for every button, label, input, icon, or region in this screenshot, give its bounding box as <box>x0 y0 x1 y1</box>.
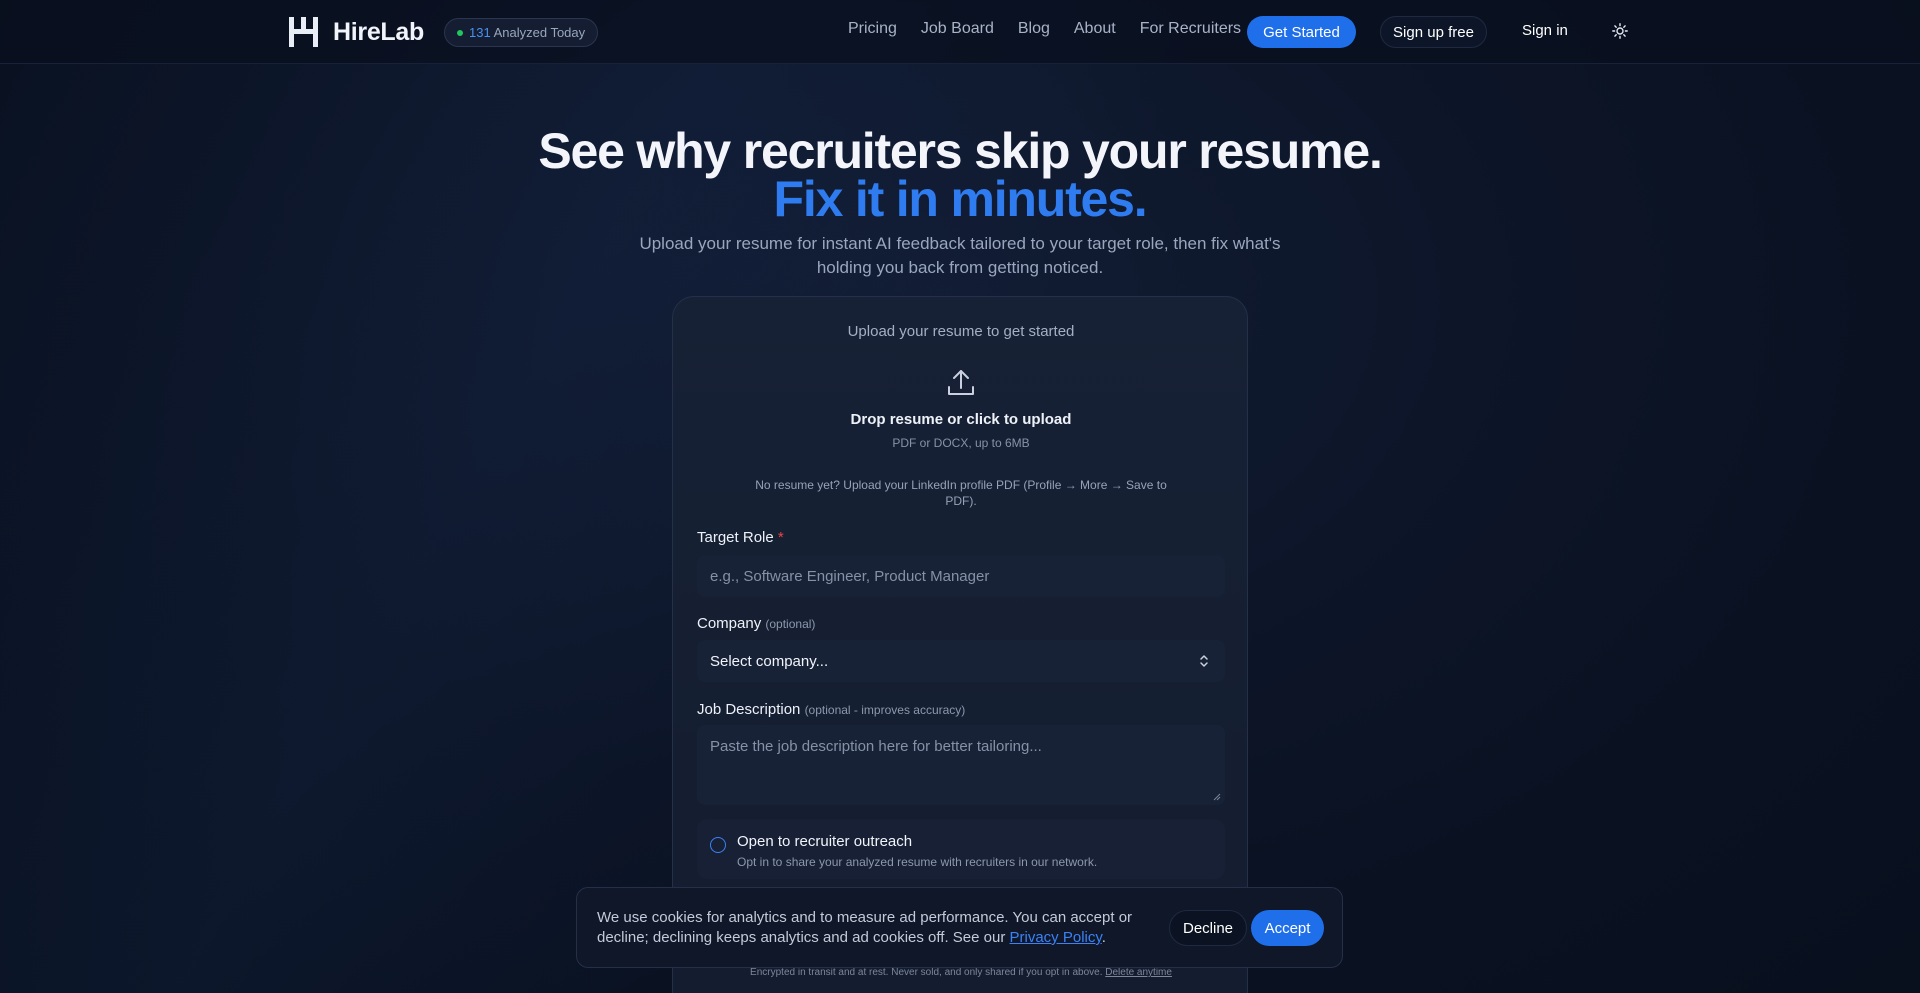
job-description-optional-note: (optional - improves accuracy) <box>804 703 966 717</box>
upload-icon[interactable] <box>945 367 977 399</box>
accept-button[interactable]: Accept <box>1251 910 1324 946</box>
sign-in-link[interactable]: Sign in <box>1522 22 1568 39</box>
cookie-banner: We use cookies for analytics and to meas… <box>576 887 1343 968</box>
decline-button[interactable]: Decline <box>1169 910 1247 946</box>
target-role-input[interactable]: e.g., Software Engineer, Product Manager <box>697 555 1225 597</box>
delete-anytime-link[interactable]: Delete anytime <box>1105 967 1172 978</box>
job-description-textarea[interactable]: Paste the job description here for bette… <box>697 725 1225 805</box>
privacy-policy-link[interactable]: Privacy Policy <box>1010 929 1102 946</box>
cookie-text: We use cookies for analytics and to meas… <box>597 908 1157 948</box>
hero-subtitle: Upload your resume for instant AI feedba… <box>639 234 1281 277</box>
sign-up-button[interactable]: Sign up free <box>1380 16 1487 48</box>
get-started-button[interactable]: Get Started <box>1247 16 1356 48</box>
job-description-label-text: Job Description <box>697 701 801 718</box>
hero-headline-accent: Fix it in minutes. <box>773 171 1148 227</box>
company-label-text: Company <box>697 615 762 632</box>
nav-link-pricing[interactable]: Pricing <box>848 20 897 38</box>
company-select-value: Select company... <box>710 652 829 670</box>
job-description-label: Job Description (optional - improves acc… <box>697 701 965 718</box>
job-description-placeholder: Paste the job description here for bette… <box>710 738 1042 755</box>
linkedin-hint: No resume yet? Upload your LinkedIn prof… <box>755 478 1167 508</box>
outreach-description: Opt in to share your analyzed resume wit… <box>737 855 1098 869</box>
resize-handle-icon[interactable] <box>1213 793 1221 801</box>
logo[interactable]: HireLab <box>289 17 424 47</box>
card-title: Upload your resume to get started <box>847 323 1075 340</box>
target-role-label: Target Role * <box>697 529 784 546</box>
cookie-message-end: . <box>1101 929 1106 946</box>
company-label: Company (optional) <box>697 615 815 632</box>
recruiter-outreach-option[interactable]: Open to recruiter outreach Opt in to sha… <box>697 819 1225 879</box>
drop-zone-label[interactable]: Drop resume or click to upload <box>673 411 1249 428</box>
analyzed-today-badge: 131 Analyzed Today <box>444 18 599 47</box>
company-optional-note: (optional) <box>765 617 816 631</box>
app-name: HireLab <box>333 17 424 46</box>
nav-links: Pricing Job Board Blog About For Recruit… <box>848 20 1241 38</box>
live-status-dot <box>457 29 463 36</box>
outreach-radio[interactable] <box>710 837 726 853</box>
hirelab-logo-icon <box>289 17 318 47</box>
analyzed-count: 131 <box>469 25 491 40</box>
nav-link-for-recruiters[interactable]: For Recruiters <box>1140 20 1241 38</box>
nav-link-job-board[interactable]: Job Board <box>921 20 994 38</box>
drop-zone-hint: PDF or DOCX, up to 6MB <box>892 436 1030 450</box>
privacy-note-text: Encrypted in transit and at rest. Never … <box>750 967 1106 978</box>
nav-link-blog[interactable]: Blog <box>1018 20 1050 38</box>
target-role-label-text: Target Role <box>697 529 774 546</box>
sun-icon[interactable] <box>1612 23 1628 39</box>
company-select[interactable]: Select company... <box>697 640 1225 682</box>
chevron-up-down-icon <box>1200 655 1208 667</box>
outreach-title: Open to recruiter outreach <box>737 833 913 850</box>
required-marker: * <box>777 529 784 546</box>
nav-link-about[interactable]: About <box>1074 20 1116 38</box>
privacy-note: Encrypted in transit and at rest. Never … <box>673 967 1249 978</box>
top-nav: HireLab 131 Analyzed Today Pricing Job B… <box>0 0 1920 64</box>
analyzed-label: Analyzed Today <box>490 25 586 40</box>
